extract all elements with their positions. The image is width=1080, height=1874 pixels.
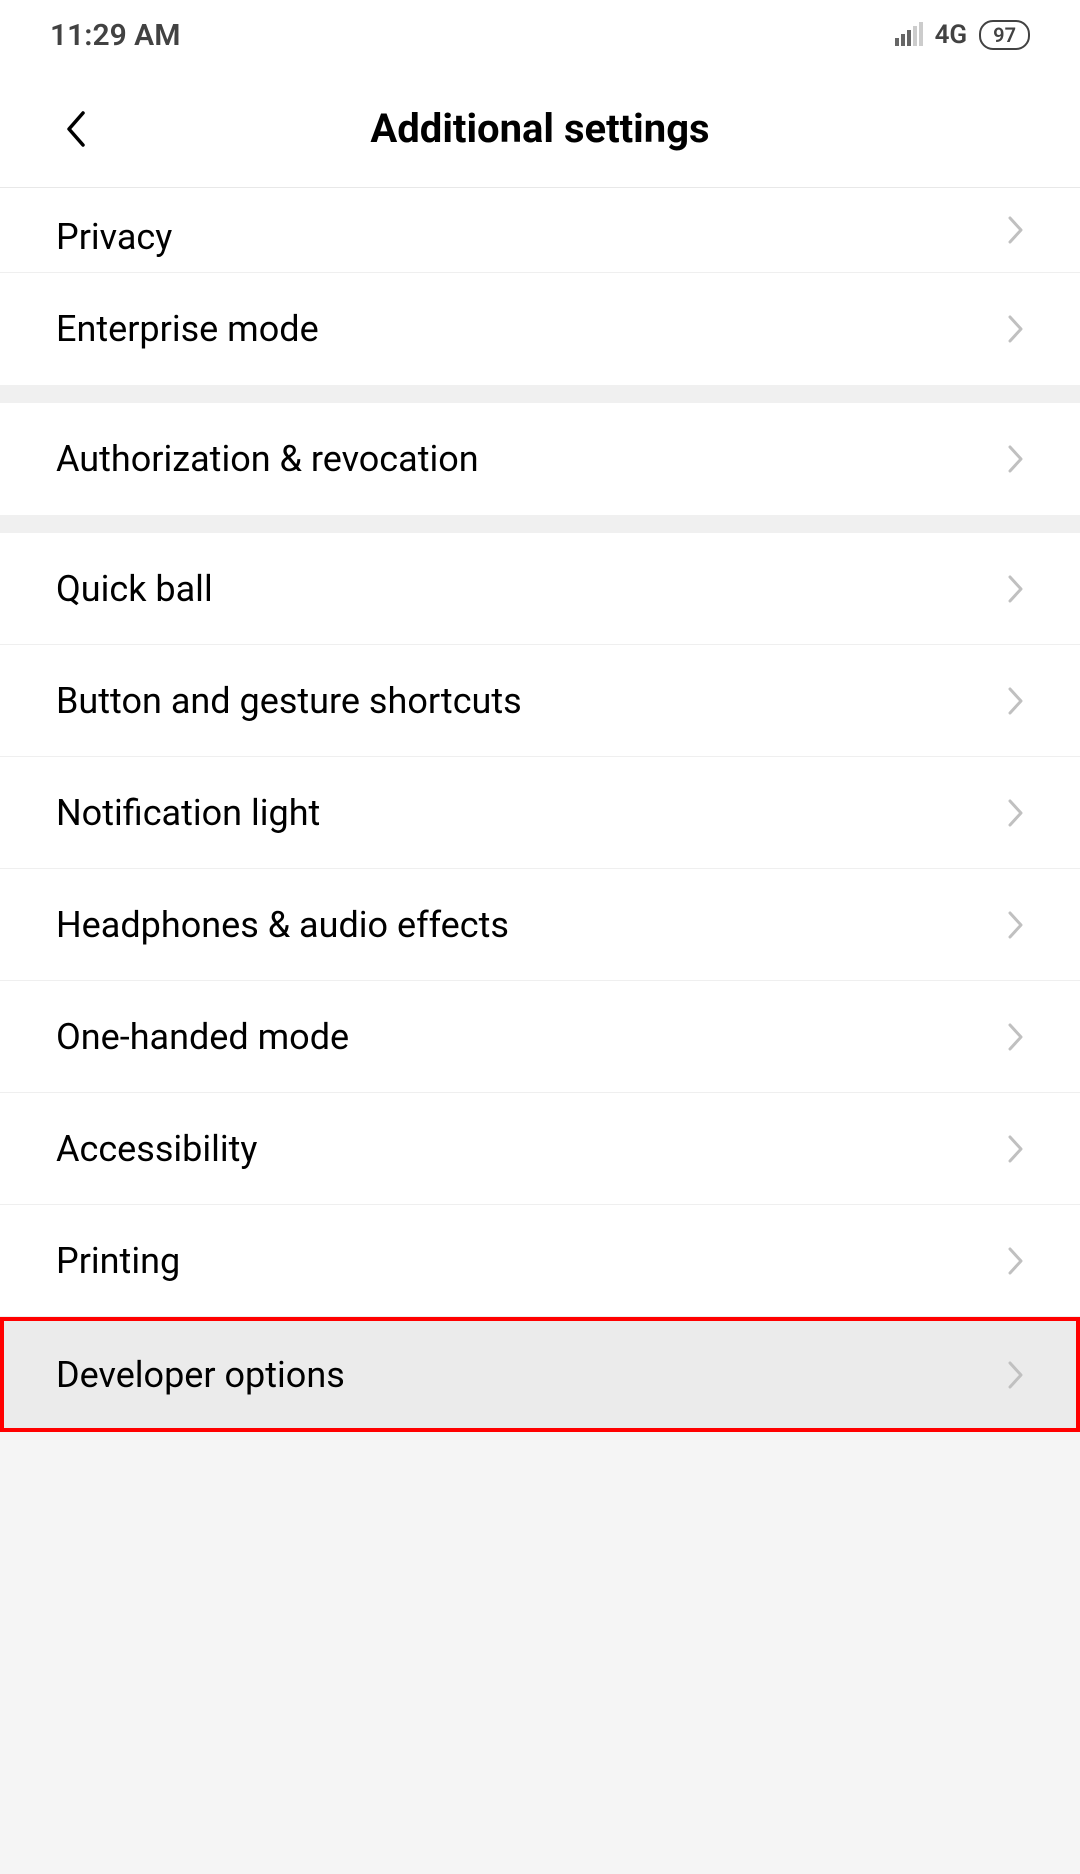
settings-notification-light[interactable]: Notification light [0, 757, 1080, 869]
settings-privacy[interactable]: Privacy [0, 188, 1080, 273]
settings-one-handed-mode[interactable]: One-handed mode [0, 981, 1080, 1093]
list-item-label: Privacy [56, 216, 172, 258]
settings-developer-options[interactable]: Developer options [0, 1317, 1080, 1432]
list-item-label: One-handed mode [56, 1016, 349, 1058]
chevron-right-icon [1008, 1361, 1024, 1389]
chevron-right-icon [1008, 216, 1024, 244]
list-item-label: Developer options [56, 1354, 345, 1396]
list-item-label: Enterprise mode [56, 308, 319, 350]
chevron-right-icon [1008, 1135, 1024, 1163]
back-button[interactable] [50, 104, 100, 154]
settings-quick-ball[interactable]: Quick ball [0, 533, 1080, 645]
settings-group: Privacy Enterprise mode [0, 188, 1080, 385]
settings-button-gesture-shortcuts[interactable]: Button and gesture shortcuts [0, 645, 1080, 757]
status-time: 11:29 AM [50, 18, 180, 53]
signal-icon [895, 24, 923, 46]
chevron-right-icon [1008, 1247, 1024, 1275]
settings-accessibility[interactable]: Accessibility [0, 1093, 1080, 1205]
settings-list: Privacy Enterprise mode Authorization & … [0, 188, 1080, 1432]
status-bar: 11:29 AM 4G 97 [0, 0, 1080, 70]
list-item-label: Headphones & audio effects [56, 904, 509, 946]
list-item-label: Button and gesture shortcuts [56, 680, 522, 722]
list-item-label: Quick ball [56, 568, 213, 610]
chevron-right-icon [1008, 911, 1024, 939]
chevron-right-icon [1008, 799, 1024, 827]
battery-indicator: 97 [979, 20, 1030, 50]
settings-group: Authorization & revocation [0, 403, 1080, 515]
page-title: Additional settings [0, 105, 1080, 152]
chevron-right-icon [1008, 575, 1024, 603]
list-item-label: Authorization & revocation [56, 438, 479, 480]
settings-authorization-revocation[interactable]: Authorization & revocation [0, 403, 1080, 515]
status-indicators: 4G 97 [895, 20, 1030, 50]
list-item-label: Notification light [56, 792, 320, 834]
list-item-label: Printing [56, 1240, 180, 1282]
network-type: 4G [935, 20, 968, 50]
chevron-right-icon [1008, 445, 1024, 473]
chevron-right-icon [1008, 687, 1024, 715]
chevron-right-icon [1008, 315, 1024, 343]
list-item-label: Accessibility [56, 1128, 257, 1170]
settings-group: Quick ball Button and gesture shortcuts … [0, 533, 1080, 1432]
settings-enterprise-mode[interactable]: Enterprise mode [0, 273, 1080, 385]
header: Additional settings [0, 70, 1080, 188]
settings-headphones-audio[interactable]: Headphones & audio effects [0, 869, 1080, 981]
settings-printing[interactable]: Printing [0, 1205, 1080, 1317]
chevron-left-icon [63, 109, 87, 149]
chevron-right-icon [1008, 1023, 1024, 1051]
